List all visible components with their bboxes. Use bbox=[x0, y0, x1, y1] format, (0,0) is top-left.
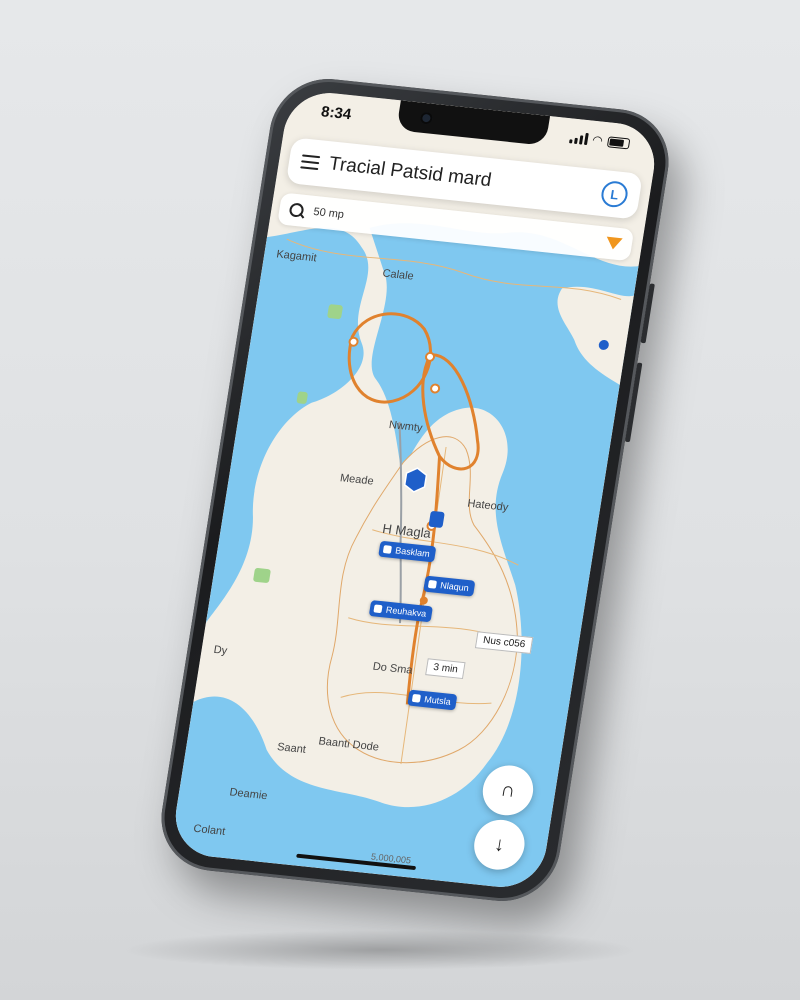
park-patch bbox=[296, 391, 308, 404]
park-patch bbox=[253, 568, 271, 583]
volume-button bbox=[640, 283, 655, 344]
hamburger-menu-icon[interactable] bbox=[300, 154, 321, 171]
phone-screen: 8:34 ◠ Tracial Patsid mard L 50 mp Kagam… bbox=[169, 88, 661, 892]
transit-chip-label: Nlaqun bbox=[439, 580, 470, 594]
wifi-icon: ◠ bbox=[591, 132, 604, 148]
route-stop[interactable] bbox=[430, 383, 441, 394]
signal-icon bbox=[568, 131, 589, 146]
scene: 8:34 ◠ Tracial Patsid mard L 50 mp Kagam… bbox=[0, 0, 800, 1000]
status-icons: ◠ bbox=[568, 130, 631, 150]
bus-icon bbox=[411, 693, 421, 703]
route-stop[interactable] bbox=[424, 351, 436, 362]
search-icon[interactable] bbox=[288, 202, 304, 217]
park-patch bbox=[327, 304, 343, 320]
transit-chip-label: Mutsla bbox=[423, 694, 452, 707]
bus-icon bbox=[373, 604, 383, 614]
transit-chip-label: Basklam bbox=[394, 545, 431, 559]
status-time: 8:34 bbox=[319, 102, 353, 123]
camera-lens bbox=[419, 111, 434, 125]
dropdown-triangle-icon[interactable] bbox=[604, 236, 623, 251]
transit-chip-label: Reuhakva bbox=[385, 604, 428, 619]
phone-device: 8:34 ◠ Tracial Patsid mard L 50 mp Kagam… bbox=[153, 73, 677, 907]
clock-icon[interactable]: L bbox=[599, 180, 630, 209]
map-label: Dy bbox=[212, 643, 229, 658]
phone-shadow bbox=[120, 930, 640, 970]
power-button bbox=[624, 362, 643, 443]
battery-icon bbox=[606, 135, 631, 149]
bus-icon bbox=[427, 579, 438, 589]
route-stop[interactable] bbox=[348, 336, 359, 347]
bus-icon bbox=[382, 545, 392, 554]
